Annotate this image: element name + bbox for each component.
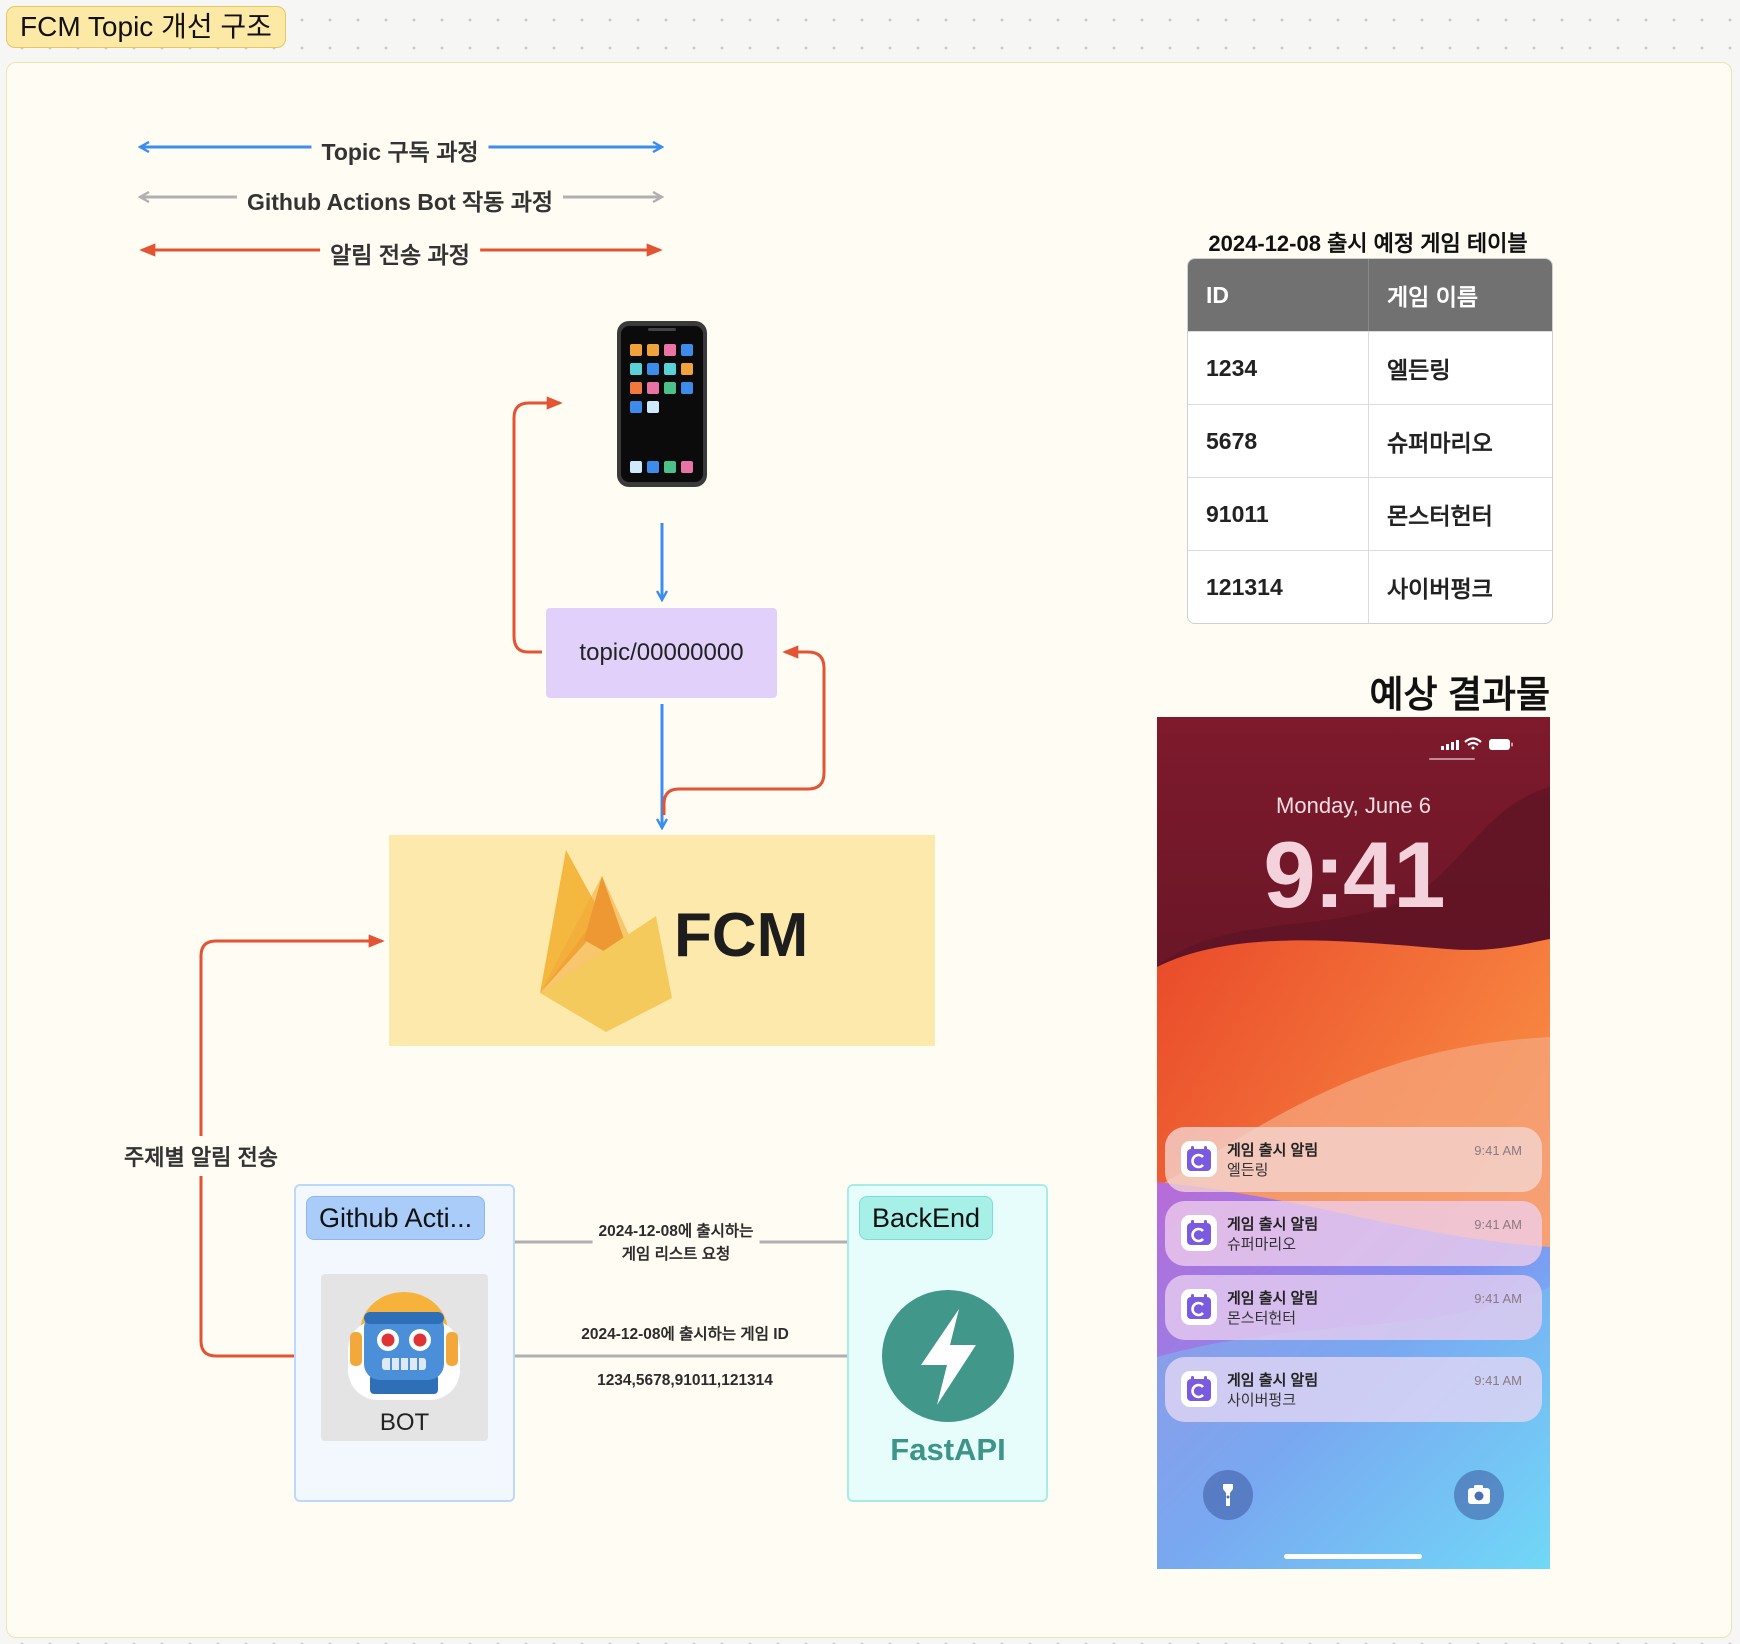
notification-time: 9:41 AM [1474,1143,1522,1158]
firebase-logo-icon [540,850,672,1032]
notification-body: 사이버펑크 [1227,1392,1297,1409]
notification-card[interactable]: 게임 출시 알림 몬스터헌터 9:41 AM [1165,1275,1542,1340]
table-title: 2024-12-08 출시 예정 게임 테이블 [1208,231,1528,256]
table-cell-id[interactable]: 1234 [1188,332,1369,404]
bot-label: BOT [379,1409,430,1436]
table-header-id[interactable]: ID [1188,259,1369,331]
fcm-node-label: FCM [674,901,809,970]
notification-card[interactable]: 게임 출시 알림 사이버펑크 9:41 AM [1165,1357,1542,1422]
notification-card[interactable]: 게임 출시 알림 슈퍼마리오 9:41 AM [1165,1201,1542,1266]
notification-time: 9:41 AM [1474,1373,1522,1388]
legend-notify-label: 알림 전송 과정 [320,236,480,270]
github-actions-tag[interactable]: Github Acti... [306,1196,486,1240]
fastapi-logo-icon[interactable] [881,1289,1015,1423]
battery-icon [1489,739,1513,750]
table-cell-id[interactable]: 121314 [1188,551,1369,623]
table-header-name[interactable]: 게임 이름 [1369,259,1552,331]
notification-title: 게임 출시 알림 [1227,1216,1319,1233]
notification-body: 엘든링 [1227,1162,1269,1179]
result-title: 예상 결과물 [1369,674,1550,715]
notification-time: 9:41 AM [1474,1217,1522,1232]
edge-label-request: 2024-12-08에 출시하는 게임 리스트 요청 [592,1220,760,1266]
table-cell-name[interactable]: 사이버펑크 [1369,551,1552,623]
notification-title: 게임 출시 알림 [1227,1142,1319,1159]
table-cell-name[interactable]: 슈퍼마리오 [1369,405,1552,477]
notification-title: 게임 출시 알림 [1227,1290,1319,1307]
notification-title: 게임 출시 알림 [1227,1372,1319,1389]
calendar-app-icon [1181,1141,1217,1177]
topic-node[interactable]: topic/00000000 [546,608,777,698]
smartphone-icon[interactable] [616,320,708,488]
legend-bot-label: Github Actions Bot 작동 과정 [236,183,564,217]
table-row[interactable]: 91011 몬스터헌터 [1188,477,1552,550]
topic-node-label: topic/00000000 [579,639,744,666]
legend-subscribe-label: Topic 구독 과정 [311,133,489,167]
notification-card[interactable]: 게임 출시 알림 엘든링 9:41 AM [1165,1127,1542,1192]
notification-time: 9:41 AM [1474,1291,1522,1306]
table-row[interactable]: 121314 사이버펑크 [1188,550,1552,623]
table-cell-name[interactable]: 엘든링 [1369,332,1552,404]
edge-label-request-line1: 2024-12-08에 출시하는 [598,1223,754,1240]
camera-icon [1468,1485,1490,1504]
backend-tag[interactable]: BackEnd [859,1196,994,1240]
table-row[interactable]: 1234 엘든링 [1188,331,1552,404]
robot-icon [348,1292,460,1400]
camera-button[interactable] [1454,1470,1504,1520]
table-cell-id[interactable]: 91011 [1188,478,1369,550]
calendar-app-icon [1181,1215,1217,1251]
edge-label-response-line1: 2024-12-08에 출시하는 게임 ID [573,1323,797,1346]
notification-body: 슈퍼마리오 [1227,1236,1297,1253]
lockscreen-mockup[interactable]: Monday, June 6 9:41 게임 출시 알림 엘든링 9:41 AM… [1157,717,1550,1569]
edge-label-response-line2: 1234,5678,91011,121314 [589,1369,781,1392]
flashlight-icon [1223,1484,1233,1506]
table-cell-id[interactable]: 5678 [1188,405,1369,477]
table-header-row: ID 게임 이름 [1188,259,1552,331]
fastapi-label: FastAPI [890,1432,1006,1467]
flashlight-button[interactable] [1203,1470,1253,1520]
edge-label-request-line2: 게임 리스트 요청 [621,1246,731,1263]
release-game-table[interactable]: ID 게임 이름 1234 엘든링 5678 슈퍼마리오 91011 몬스터헌터… [1187,258,1553,624]
calendar-app-icon [1181,1371,1217,1407]
notification-body: 몬스터헌터 [1227,1310,1297,1327]
home-indicator[interactable] [1284,1554,1422,1559]
table-row[interactable]: 5678 슈퍼마리오 [1188,404,1552,477]
calendar-app-icon [1181,1289,1217,1325]
bot-card[interactable]: BOT [321,1274,488,1441]
edge-label-topic-notify: 주제별 알림 전송 [120,1136,282,1176]
lockscreen-time: 9:41 [1263,822,1445,927]
lockscreen-date: Monday, June 6 [1276,793,1431,818]
table-cell-name[interactable]: 몬스터헌터 [1369,478,1552,550]
